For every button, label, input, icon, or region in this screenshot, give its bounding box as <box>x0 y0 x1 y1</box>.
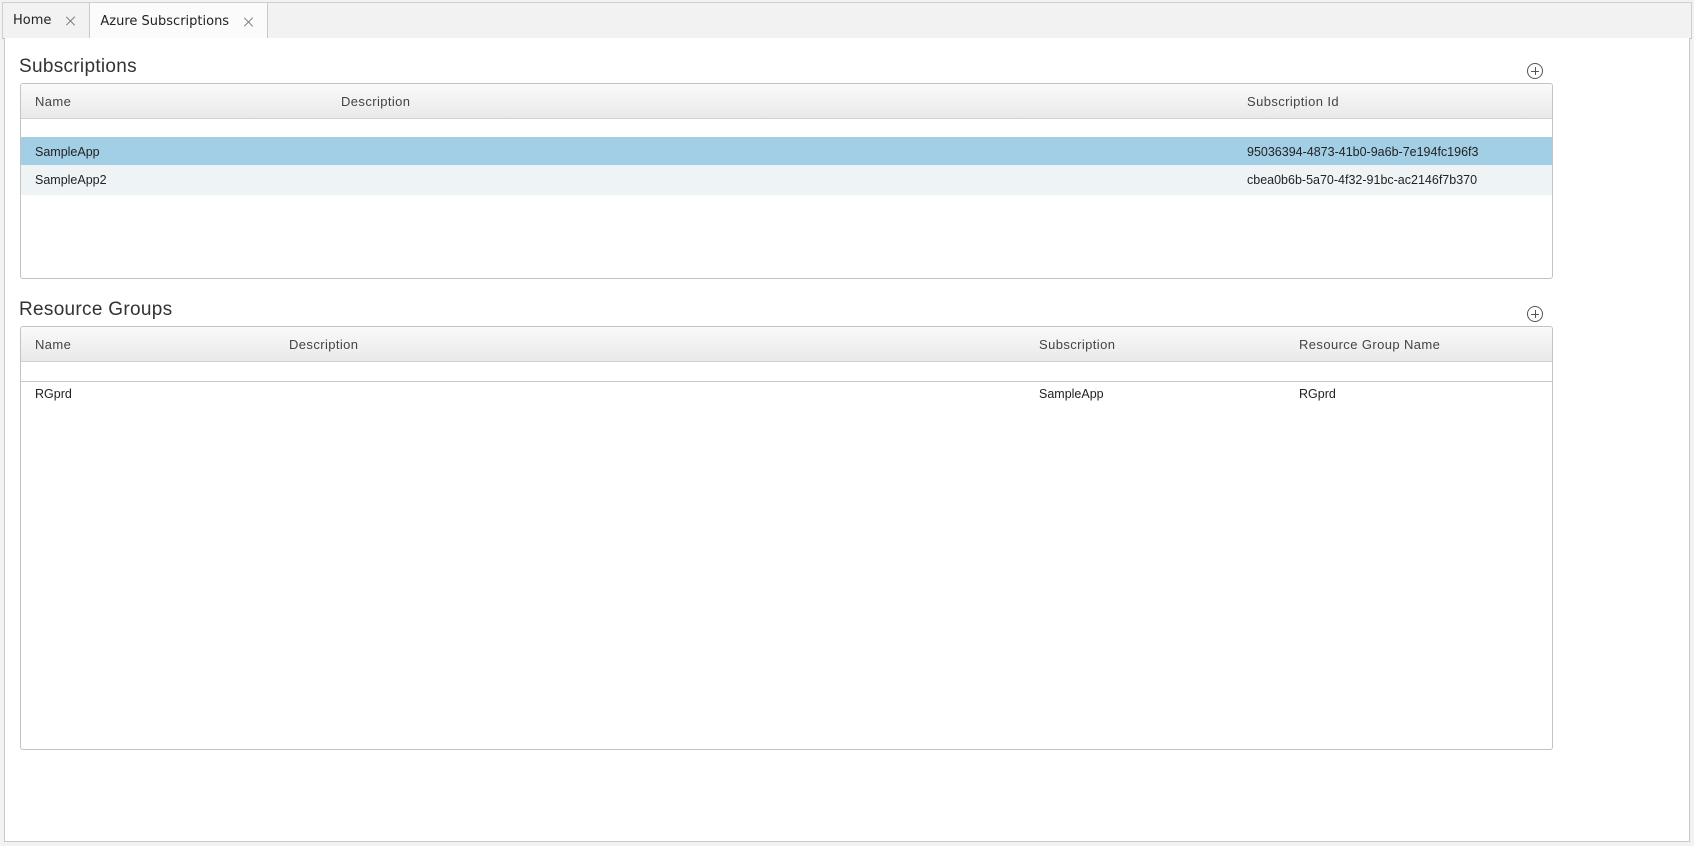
resource-groups-title: Resource Groups <box>19 299 173 320</box>
add-subscription-icon[interactable] <box>1527 63 1543 79</box>
cell-subscription-id: cbea0b6b-5a70-4f32-91bc-ac2146f7b370 <box>1247 173 1478 187</box>
subscriptions-grid: Name Description Subscription Id SampleA… <box>20 83 1553 279</box>
tab-home[interactable]: Home <box>3 3 91 38</box>
tab-bar: Home Azure Subscriptions <box>2 2 1692 40</box>
tab-home-label: Home <box>13 13 52 28</box>
main-content: Subscriptions Name Description Subscript… <box>4 38 1690 842</box>
table-row[interactable]: SampleApp 95036394-4873-41b0-9a6b-7e194f… <box>21 137 1552 167</box>
close-icon[interactable] <box>243 16 255 28</box>
column-header-name[interactable]: Name <box>35 84 71 119</box>
cell-name: SampleApp <box>35 145 100 159</box>
subscriptions-grid-header: Name Description Subscription Id <box>21 84 1552 119</box>
app-window: Home Azure Subscriptions Subscriptions N… <box>0 0 1694 846</box>
resource-groups-grid-header: Name Description Subscription Resource G… <box>21 327 1552 362</box>
column-header-subscription-id[interactable]: Subscription Id <box>1247 84 1339 119</box>
cell-subscription-id: 95036394-4873-41b0-9a6b-7e194fc196f3 <box>1247 145 1479 159</box>
table-row[interactable]: SampleApp2 cbea0b6b-5a70-4f32-91bc-ac214… <box>21 165 1552 195</box>
cell-name: SampleApp2 <box>35 173 107 187</box>
column-header-subscription[interactable]: Subscription <box>1039 327 1115 362</box>
subscriptions-title: Subscriptions <box>19 56 137 77</box>
tab-azure-subscriptions-label: Azure Subscriptions <box>100 14 230 29</box>
cell-name: RGprd <box>35 387 72 401</box>
cell-subscription: SampleApp <box>1039 387 1104 401</box>
cell-resource-group-name: RGprd <box>1299 387 1336 401</box>
column-header-description[interactable]: Description <box>341 84 410 119</box>
column-header-description[interactable]: Description <box>289 327 358 362</box>
close-icon[interactable] <box>65 15 77 27</box>
tab-azure-subscriptions[interactable]: Azure Subscriptions <box>90 3 269 40</box>
add-resource-group-icon[interactable] <box>1527 306 1543 322</box>
column-header-name[interactable]: Name <box>35 327 71 362</box>
table-row[interactable]: RGprd SampleApp RGprd <box>21 379 1552 409</box>
resource-groups-grid: Name Description Subscription Resource G… <box>20 326 1553 750</box>
column-header-resource-group-name[interactable]: Resource Group Name <box>1299 327 1440 362</box>
